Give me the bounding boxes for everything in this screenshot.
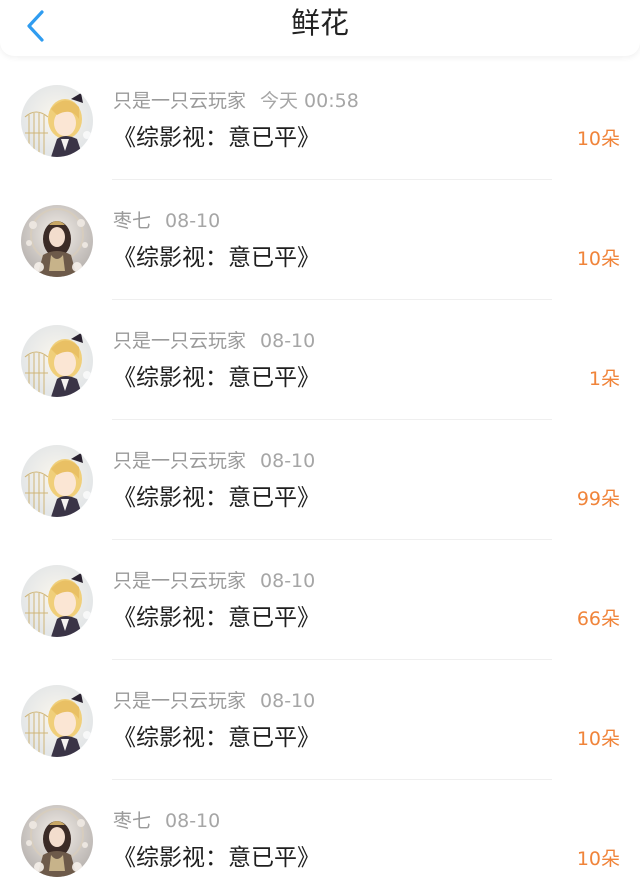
username[interactable]: 枣七 (113, 810, 151, 832)
book-title[interactable]: 《综影视：意已平》 (113, 118, 320, 152)
list-item-meta: 枣七 08-10 (113, 806, 220, 833)
timestamp: 08-10 (260, 690, 316, 712)
username[interactable]: 只是一只云玩家 (113, 330, 246, 352)
list-item[interactable]: 只是一只云玩家 今天 00:58 《综影视：意已平》 10朵 (0, 60, 640, 180)
flower-count: 10朵 (576, 128, 620, 150)
flower-count: 10朵 (576, 248, 620, 270)
flower-count: 99朵 (576, 488, 620, 510)
list-item[interactable]: 枣七 08-10 《综影视：意已平》 10朵 (0, 180, 640, 300)
username[interactable]: 只是一只云玩家 (113, 690, 246, 712)
flower-count: 66朵 (576, 608, 620, 630)
list-item-meta: 只是一只云玩家 08-10 (113, 326, 315, 353)
username[interactable]: 只是一只云玩家 (113, 90, 246, 112)
list-item[interactable]: 只是一只云玩家 08-10 《综影视：意已平》 10朵 (0, 660, 640, 780)
book-title[interactable]: 《综影视：意已平》 (113, 598, 320, 632)
list-item-meta: 只是一只云玩家 08-10 (113, 566, 315, 593)
username[interactable]: 枣七 (113, 210, 151, 232)
username[interactable]: 只是一只云玩家 (113, 450, 246, 472)
list-item[interactable]: 只是一只云玩家 08-10 《综影视：意已平》 99朵 (0, 420, 640, 540)
list-item[interactable]: 只是一只云玩家 08-10 《综影视：意已平》 1朵 (0, 300, 640, 420)
page-title: 鲜花 (290, 6, 349, 40)
flower-count: 1朵 (588, 368, 620, 390)
list-item[interactable]: 枣七 08-10 《综影视：意已平》 10朵 (0, 780, 640, 880)
timestamp: 08-10 (165, 210, 221, 232)
flower-count: 10朵 (576, 728, 620, 750)
app-screen: 鲜花 只是一只云玩家 今天 00:58 《综影视：意已平》 10朵 枣七 08-… (0, 0, 640, 880)
avatar[interactable] (21, 685, 93, 757)
timestamp: 08-10 (260, 450, 316, 472)
avatar[interactable] (21, 805, 93, 877)
flower-count: 10朵 (576, 848, 620, 870)
list-item-meta: 只是一只云玩家 08-10 (113, 686, 315, 713)
timestamp: 08-10 (165, 810, 221, 832)
book-title[interactable]: 《综影视：意已平》 (113, 478, 320, 512)
book-title[interactable]: 《综影视：意已平》 (113, 238, 320, 272)
book-title[interactable]: 《综影视：意已平》 (113, 358, 320, 392)
list-item-meta: 只是一只云玩家 今天 00:58 (113, 86, 359, 113)
avatar[interactable] (21, 85, 93, 157)
avatar[interactable] (21, 325, 93, 397)
list-item-meta: 只是一只云玩家 08-10 (113, 446, 315, 473)
book-title[interactable]: 《综影视：意已平》 (113, 718, 320, 752)
top-bar: 鲜花 (0, 0, 640, 56)
list-item-meta: 枣七 08-10 (113, 206, 220, 233)
book-title[interactable]: 《综影视：意已平》 (113, 838, 320, 872)
list-item[interactable]: 只是一只云玩家 08-10 《综影视：意已平》 66朵 (0, 540, 640, 660)
flower-gift-list: 只是一只云玩家 今天 00:58 《综影视：意已平》 10朵 枣七 08-10 《综… (0, 60, 640, 880)
avatar[interactable] (21, 205, 93, 277)
timestamp: 08-10 (260, 330, 316, 352)
avatar[interactable] (21, 445, 93, 517)
timestamp: 08-10 (260, 570, 316, 592)
timestamp: 今天 00:58 (260, 90, 359, 112)
avatar[interactable] (21, 565, 93, 637)
username[interactable]: 只是一只云玩家 (113, 570, 246, 592)
